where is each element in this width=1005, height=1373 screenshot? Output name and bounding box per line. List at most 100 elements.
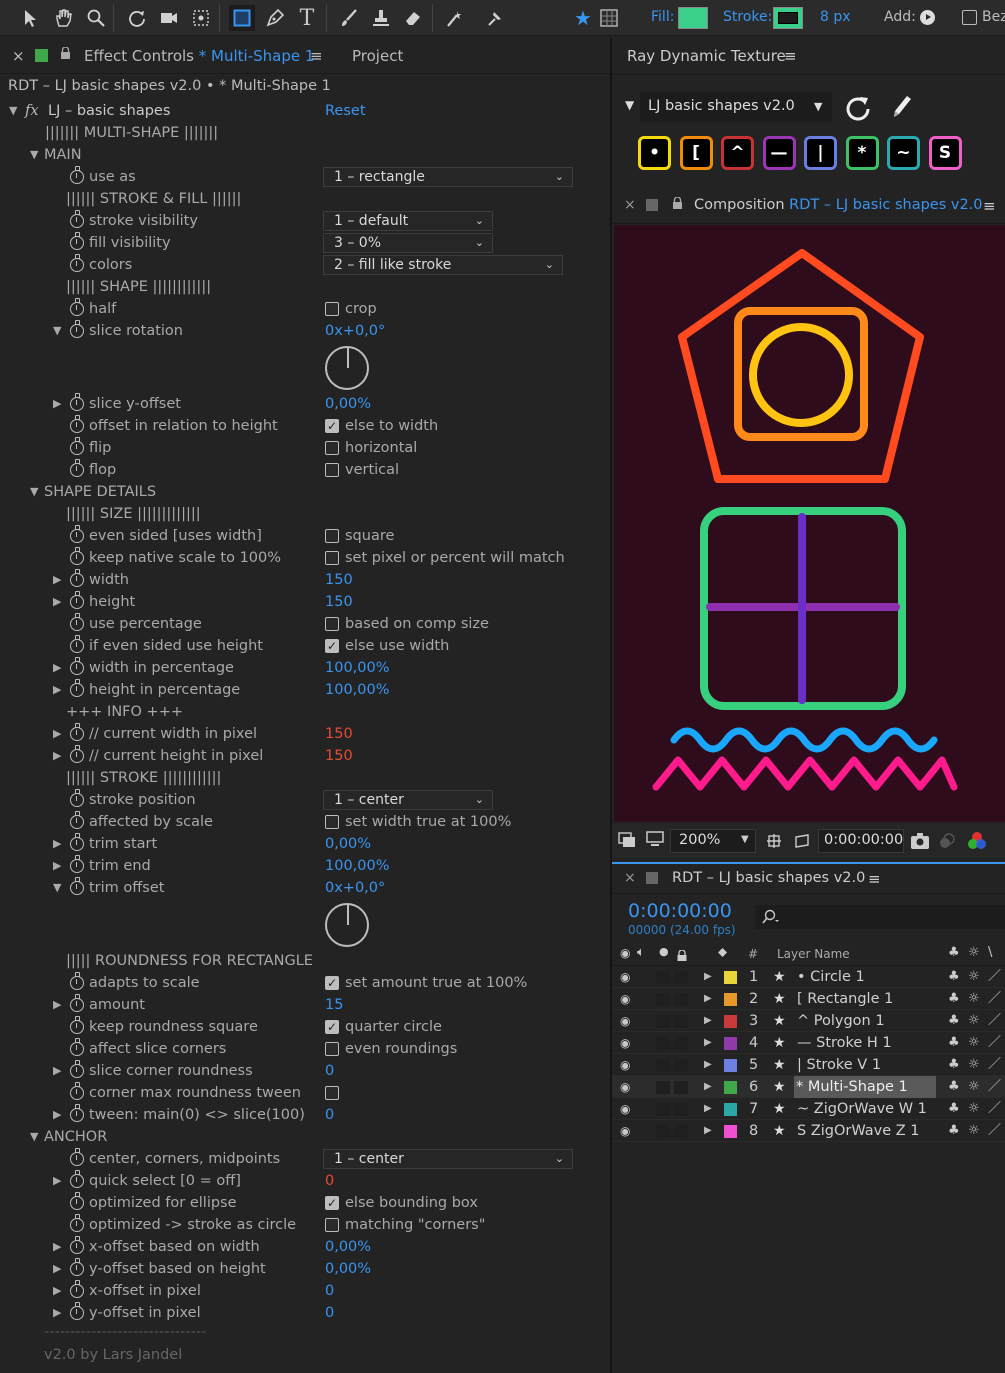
current-time-field[interactable]: 0:00:00:00 (818, 829, 904, 853)
expand-triangle[interactable]: ▶ (53, 994, 61, 1016)
layer-row[interactable]: ◉ ▶ 3 ★ ^ Polygon 1 ♣ ☼ ／ (612, 1010, 1005, 1032)
solo-toggle[interactable] (656, 1037, 670, 1050)
expand-triangle[interactable]: ▶ (53, 569, 61, 591)
expand-triangle[interactable]: ▶ (704, 1076, 712, 1098)
transparency-grid-icon[interactable] (792, 831, 812, 851)
lock-toggle[interactable] (674, 1103, 688, 1116)
stopwatch-icon[interactable] (70, 657, 84, 675)
stopwatch-icon[interactable] (70, 232, 84, 250)
eye-icon[interactable]: ◉ (620, 966, 630, 988)
eye-icon[interactable]: ◉ (620, 1032, 630, 1054)
expand-triangle[interactable]: ▶ (704, 1010, 712, 1032)
layer-name[interactable]: [ Rectangle 1 (797, 988, 893, 1010)
param-checkbox[interactable] (325, 1042, 339, 1056)
edit-pencil-icon[interactable] (888, 92, 914, 122)
param-value[interactable]: 15 (325, 994, 343, 1016)
expand-triangle[interactable]: ▶ (53, 723, 61, 745)
quality-switch-icon[interactable]: ／ (988, 1076, 1001, 1098)
param-value[interactable]: 0,00% (325, 833, 371, 855)
rdt-menu-icon[interactable]: ≡ (784, 47, 797, 65)
expand-triangle[interactable]: ▶ (53, 1280, 61, 1302)
eye-icon[interactable]: ◉ (620, 1054, 630, 1076)
roto-brush-tool-icon[interactable] (442, 5, 468, 31)
expand-triangle[interactable]: ▶ (53, 745, 61, 767)
pen-tool-icon[interactable] (262, 5, 288, 31)
fx-icon[interactable]: fx (25, 100, 39, 122)
stopwatch-icon[interactable] (70, 1236, 84, 1254)
shape-button[interactable]: — (762, 136, 796, 170)
solo-toggle[interactable] (656, 1015, 670, 1028)
expand-triangle[interactable]: ▶ (53, 1104, 61, 1126)
audio-icon[interactable]: 🔈︎ (637, 945, 645, 960)
collapse-switch-icon[interactable]: ☼ (968, 1076, 980, 1098)
param-value[interactable]: 0,00% (325, 1258, 371, 1280)
param-checkbox[interactable] (325, 635, 339, 657)
layer-label-color[interactable] (724, 1037, 737, 1050)
param-dropdown[interactable]: 1 – center ⌄ (323, 790, 493, 810)
close-icon[interactable]: × (624, 197, 636, 213)
show-channel-icon[interactable] (967, 831, 987, 851)
shy-switch-icon[interactable]: ♣ (948, 988, 960, 1010)
quality-switch-icon[interactable]: ／ (988, 966, 1001, 988)
param-dropdown[interactable]: 3 – 0% ⌄ (323, 233, 493, 253)
lock-icon[interactable] (672, 196, 683, 209)
layer-label-color[interactable] (724, 1059, 737, 1072)
quality-switch-icon[interactable]: ／ (988, 988, 1001, 1010)
expand-triangle[interactable]: ▶ (53, 1236, 61, 1258)
close-icon[interactable]: × (12, 47, 25, 65)
param-value[interactable]: 100,00% (325, 679, 390, 701)
camera-tool-icon[interactable] (156, 5, 182, 31)
lock-icon[interactable] (60, 46, 71, 59)
snapshot-view-icon[interactable] (618, 832, 636, 848)
layer-name[interactable]: ~ ZigOrWave W 1 (797, 1098, 927, 1120)
expand-triangle[interactable]: ▶ (53, 657, 61, 679)
comp-menu-icon[interactable]: ≡ (983, 197, 996, 215)
collapse-switch-icon[interactable]: ☼ (968, 1098, 980, 1120)
eye-icon[interactable]: ◉ (620, 988, 630, 1010)
tab-composition[interactable]: Composition RDT – LJ basic shapes v2.0 (694, 197, 983, 213)
stopwatch-icon[interactable] (70, 877, 84, 895)
layer-row[interactable]: ◉ ▶ 2 ★ [ Rectangle 1 ♣ ☼ ／ (612, 988, 1005, 1010)
stopwatch-icon[interactable] (70, 547, 84, 565)
param-checkbox[interactable] (325, 441, 339, 455)
layer-row[interactable]: ◉ ▶ 4 ★ — Stroke H 1 ♣ ☼ ／ (612, 1032, 1005, 1054)
expand-triangle[interactable]: ▶ (53, 1302, 61, 1324)
stopwatch-icon[interactable] (70, 723, 84, 741)
param-value[interactable]: 100,00% (325, 657, 390, 679)
collapse-triangle[interactable]: ▼ (30, 144, 38, 166)
lock-toggle[interactable] (674, 1015, 688, 1028)
quality-switch-icon[interactable]: ／ (988, 1120, 1001, 1142)
solo-toggle[interactable] (656, 1081, 670, 1094)
rectangle-tool-icon[interactable] (229, 5, 255, 31)
hand-tool-icon[interactable] (50, 5, 76, 31)
stopwatch-icon[interactable] (70, 1214, 84, 1232)
shape-button[interactable]: * (845, 136, 879, 170)
expand-triangle[interactable]: ▶ (53, 591, 61, 613)
param-value[interactable]: 0,00% (325, 1236, 371, 1258)
stopwatch-icon[interactable] (70, 569, 84, 587)
param-dropdown[interactable]: 1 – default ⌄ (323, 211, 493, 231)
stopwatch-icon[interactable] (70, 1038, 84, 1056)
expand-triangle[interactable]: ▶ (704, 1032, 712, 1054)
stopwatch-icon[interactable] (70, 1016, 84, 1034)
expand-triangle[interactable]: ▶ (53, 1060, 61, 1082)
stopwatch-icon[interactable] (70, 811, 84, 829)
expand-triangle[interactable]: ▶ (704, 1098, 712, 1120)
rotate-tool-icon[interactable] (124, 5, 150, 31)
param-checkbox[interactable] (325, 815, 339, 829)
bezier-checkbox[interactable] (962, 10, 977, 25)
collapse-switch-icon[interactable]: ☼ (968, 1032, 980, 1054)
snapping-grid-icon[interactable] (596, 5, 622, 31)
region-of-interest-icon[interactable] (764, 831, 784, 851)
collapse-switch-icon[interactable]: ☼ (968, 966, 980, 988)
layer-row[interactable]: ◉ ▶ 1 ★ • Circle 1 ♣ ☼ ／ (612, 966, 1005, 988)
monitor-icon[interactable] (646, 831, 664, 847)
expand-triangle[interactable]: ▶ (704, 966, 712, 988)
quality-switch-icon[interactable]: ／ (988, 1032, 1001, 1054)
param-value[interactable]: 100,00% (325, 855, 390, 877)
shy-switch-icon[interactable]: ♣ (948, 945, 960, 960)
type-tool-icon[interactable]: T (294, 5, 320, 31)
shape-button[interactable]: | (804, 136, 837, 170)
selection-tool-icon[interactable] (18, 5, 44, 31)
reset-link[interactable]: Reset (325, 100, 366, 122)
